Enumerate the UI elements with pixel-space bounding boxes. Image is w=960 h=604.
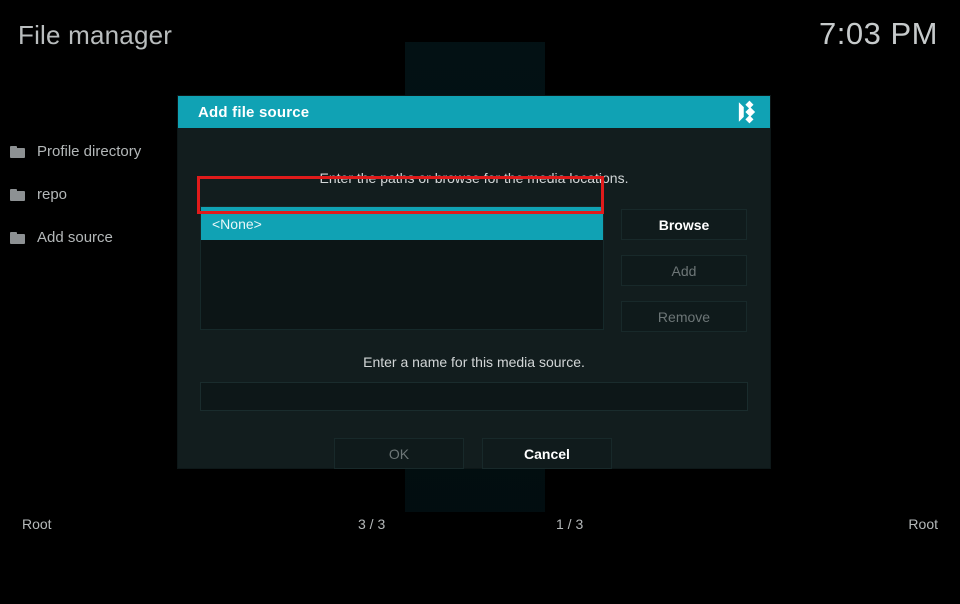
status-bar: Root 3 / 3 1 / 3 Root [0, 516, 960, 542]
list-item[interactable]: Add source [0, 216, 178, 259]
list-item-label: Add source [37, 229, 113, 246]
name-hint-label: Enter a name for this media source. [363, 354, 585, 370]
list-item[interactable]: Profile directory [0, 130, 178, 173]
path-list[interactable]: <None> [200, 206, 604, 330]
add-file-source-dialog: Add file source Enter the paths or brows… [178, 96, 770, 469]
status-right-count: 1 / 3 [556, 516, 584, 532]
cancel-button[interactable]: Cancel [482, 438, 612, 469]
browse-button[interactable]: Browse [621, 209, 747, 240]
add-button[interactable]: Add [621, 255, 747, 286]
dialog-header: Add file source [178, 96, 770, 128]
status-left-label: Root [22, 516, 52, 532]
path-list-item-selected[interactable]: <None> [201, 207, 603, 240]
remove-button[interactable]: Remove [621, 301, 747, 332]
folder-icon [10, 188, 25, 201]
list-item-label: Profile directory [37, 143, 142, 160]
media-source-name-input[interactable] [200, 382, 748, 411]
status-right-label: Root [908, 516, 938, 532]
dialog-title: Add file source [198, 103, 310, 121]
folder-icon [10, 145, 25, 158]
kodi-logo-icon [734, 99, 760, 125]
list-item-label: repo [37, 186, 68, 203]
paths-hint-label: Enter the paths or browse for the media … [319, 170, 629, 186]
page-title: File manager [18, 20, 173, 50]
clock: 7:03 PM [819, 16, 938, 51]
folder-icon [10, 231, 25, 244]
file-list-left: Profile directory repo Add source [0, 130, 178, 259]
list-item[interactable]: repo [0, 173, 178, 216]
ok-button[interactable]: OK [334, 438, 464, 469]
dialog-body: Enter the paths or browse for the media … [178, 128, 770, 469]
status-left-count: 3 / 3 [358, 516, 386, 532]
path-list-item-label: <None> [212, 215, 262, 232]
